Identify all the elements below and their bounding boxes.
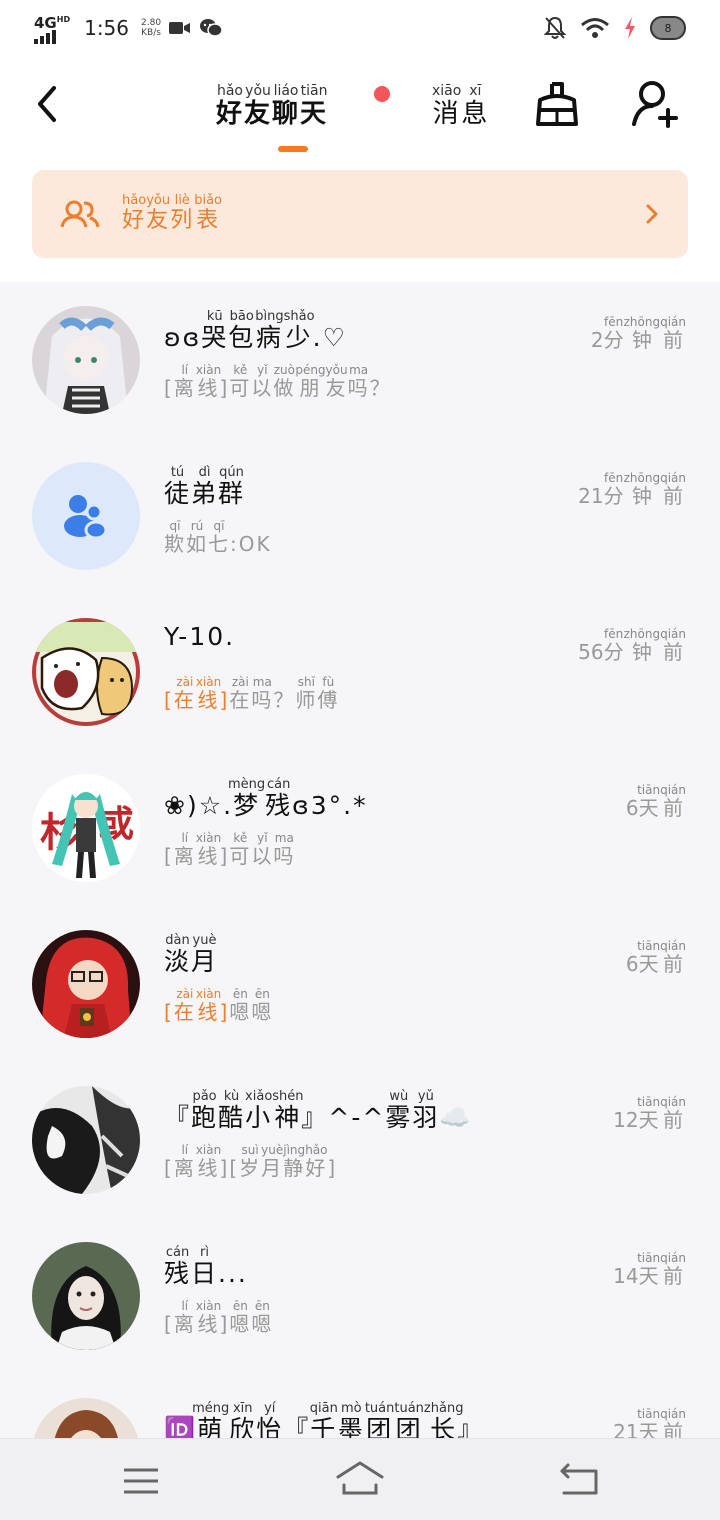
- chat-timestamp: 56分fēn钟zhōng前qián: [578, 627, 686, 664]
- chat-list-item[interactable]: ʚɞ哭kū包bāo病bìng少shǎo.♡ [离lí线xiàn]可kě以yǐ做zu…: [0, 282, 720, 438]
- clock: 1:56: [84, 16, 130, 40]
- presence-tag: [离lí线xiàn][岁suì月yuè静jìng好hǎo]: [164, 1143, 338, 1180]
- chat-timestamp: 6天tiān前qián: [625, 939, 686, 976]
- chat-timestamp: 6天tiān前qián: [625, 783, 686, 820]
- avatar[interactable]: [32, 618, 140, 726]
- signal-icon: [34, 29, 70, 44]
- chat-list-item[interactable]: 🆔萌méng欣xīn怡yí『千qiān墨mò团tuán团tuán长zhǎng』 2…: [0, 1374, 720, 1438]
- avatar[interactable]: [32, 930, 140, 1038]
- tab-messages[interactable]: 消xiāo息xī: [432, 83, 490, 130]
- tab-friends-chat[interactable]: 好hǎo友yǒu聊liáo天tiān: [216, 83, 329, 130]
- friends-icon: [60, 200, 100, 228]
- chat-preview: [离lí线xiàn][岁suì月yuè静jìng好hǎo]: [164, 1143, 338, 1181]
- status-right: 8: [544, 16, 686, 40]
- presence-tag: [在zài线xiàn]: [164, 987, 230, 1024]
- home-icon[interactable]: [334, 1459, 386, 1499]
- presence-tag: [离lí线xiàn]: [164, 831, 230, 868]
- network-suffix: HD: [56, 14, 71, 24]
- menu-icon[interactable]: [122, 1465, 160, 1497]
- add-friend-icon[interactable]: [630, 78, 680, 132]
- presence-tag: [在zài线xiàn]: [164, 675, 230, 712]
- presence-tag: [离lí线xiàn]: [164, 1299, 230, 1336]
- friend-list-label: 好hǎo友yǒu列liè表biǎo: [122, 193, 222, 233]
- chevron-right-icon: [646, 204, 658, 224]
- chat-preview: [离lí线xiàn]可kě以yǐ做zuò朋péng友yǒu吗ma？: [164, 363, 392, 400]
- chat-name: ❀)☆.梦mèng残cánɞ3°.*: [164, 777, 368, 820]
- status-left: 4GHD 1:56 2.80 KB/s: [34, 13, 223, 44]
- avatar[interactable]: [32, 306, 140, 414]
- chat-timestamp: 21天tiān前qián: [613, 1407, 686, 1438]
- chat-list-item[interactable]: 淡dàn月yuè [在zài线xiàn]嗯ēn嗯ēn 6天tiān前qián: [0, 906, 720, 1062]
- chat-name: ʚɞ哭kū包bāo病bìng少shǎo.♡: [164, 309, 347, 352]
- header: 好hǎo友yǒu聊liáo天tiān 消xiāo息xī 好hǎo友yǒu列liè…: [0, 56, 720, 282]
- chat-list-item[interactable]: 杉或 ❀)☆.梦mèng残cánɞ3°.* [离lí线xiàn]可kě以yǐ吗ma 6…: [0, 750, 720, 906]
- avatar[interactable]: 杉或: [32, 774, 140, 882]
- chat-preview: 欺qī如rú七qī:OK: [164, 519, 272, 556]
- network-indicator: 4GHD: [34, 13, 70, 44]
- tab-messages-label: 消xiāo息xī: [432, 83, 490, 129]
- battery-level: 8: [664, 21, 672, 35]
- chat-list-item[interactable]: 残cán日rì... [离lí线xiàn]嗯ēn嗯ēn 14天tiān前qián: [0, 1218, 720, 1374]
- wifi-icon: [581, 18, 609, 38]
- chat-list-item[interactable]: Y-10. [在zài线xiàn]在zài吗ma？师shī傅fù 56分fēn钟zh…: [0, 594, 720, 750]
- net-speed-value: 2.80: [141, 18, 162, 28]
- chat-name: 『跑pǎo酷kù小xiǎo神shén』^-^雾wù羽yǔ☁️: [164, 1089, 473, 1132]
- chat-preview: [在zài线xiàn]嗯ēn嗯ēn: [164, 987, 274, 1024]
- bell-off-icon: [544, 16, 566, 39]
- avatar[interactable]: [32, 1086, 140, 1194]
- chat-preview: [离lí线xiàn]可kě以yǐ吗ma: [164, 831, 296, 868]
- back-button[interactable]: [26, 78, 70, 130]
- chat-preview: [离lí线xiàn]嗯ēn嗯ēn: [164, 1299, 274, 1336]
- chat-preview: [在zài线xiàn]在zài吗ma？师shī傅fù: [164, 675, 340, 712]
- status-bar: 4GHD 1:56 2.80 KB/s 8: [0, 0, 720, 56]
- avatar[interactable]: [32, 1398, 140, 1438]
- chat-name: 徒tú弟dì群qún: [164, 465, 246, 508]
- chat-name: Y-10.: [164, 622, 236, 651]
- chat-timestamp: 2分fēn钟zhōng前qián: [590, 315, 686, 352]
- charging-icon: [625, 17, 635, 39]
- friend-list-entry[interactable]: 好hǎo友yǒu列liè表biǎo: [32, 170, 688, 258]
- presence-tag: [离lí线xiàn]: [164, 363, 230, 400]
- chat-list-item[interactable]: 『跑pǎo酷kù小xiǎo神shén』^-^雾wù羽yǔ☁️ [离lí线xiàn]…: [0, 1062, 720, 1218]
- net-speed-unit: KB/s: [141, 28, 161, 38]
- chat-name: 淡dàn月yuè: [164, 933, 219, 976]
- chat-list-item[interactable]: 徒tú弟dì群qún 欺qī如rú七qī:OK 21分fēn钟zhōng前qián: [0, 438, 720, 594]
- video-icon: [169, 22, 191, 34]
- chat-timestamp: 14天tiān前qián: [613, 1251, 686, 1288]
- system-nav-bar: [0, 1438, 720, 1520]
- chat-timestamp: 21分fēn钟zhōng前qián: [578, 471, 686, 508]
- active-tab-indicator: [278, 146, 308, 152]
- chat-name: 残cán日rì...: [164, 1245, 248, 1288]
- tab-friends-label: 好hǎo友yǒu聊liáo天tiān: [216, 83, 329, 129]
- net-speed: 2.80 KB/s: [141, 18, 161, 38]
- battery-icon: 8: [650, 16, 686, 40]
- wechat-icon: [200, 19, 223, 37]
- unread-dot: [374, 86, 390, 102]
- chat-list: ʚɞ哭kū包bāo病bìng少shǎo.♡ [离lí线xiàn]可kě以yǐ做zu…: [0, 282, 720, 1438]
- back-icon[interactable]: [558, 1461, 602, 1499]
- clean-icon[interactable]: [532, 78, 582, 132]
- avatar[interactable]: [32, 462, 140, 570]
- avatar[interactable]: [32, 1242, 140, 1350]
- chat-name: 🆔萌méng欣xīn怡yí『千qiān墨mò团tuán团tuán长zhǎng』: [164, 1401, 485, 1438]
- chat-timestamp: 12天tiān前qián: [613, 1095, 686, 1132]
